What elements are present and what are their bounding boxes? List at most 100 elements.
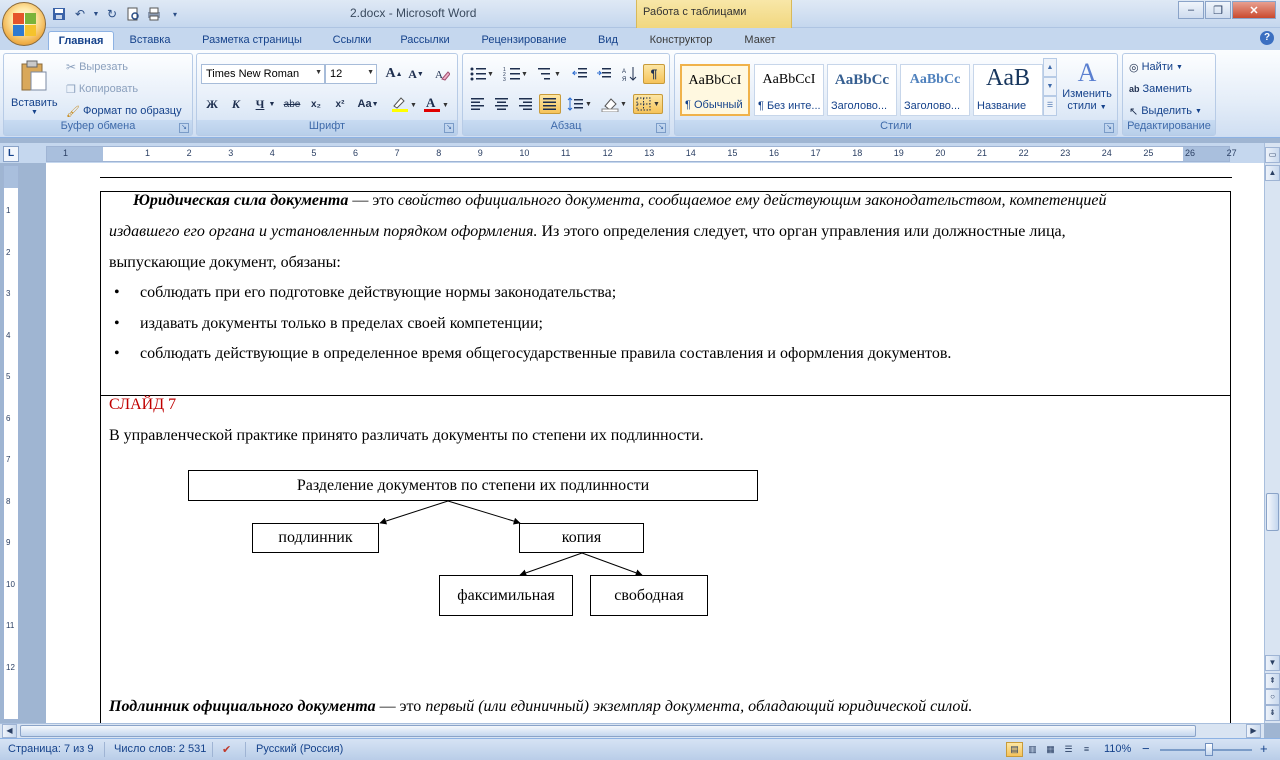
align-center-icon[interactable] — [491, 94, 513, 114]
next-page-icon[interactable]: ⇟ — [1265, 705, 1280, 721]
subscript-button[interactable]: x₂ — [305, 94, 327, 114]
borders-icon[interactable]: ▼ — [633, 94, 663, 114]
change-case-button[interactable]: Aa ▼ — [355, 94, 381, 114]
redo-icon[interactable]: ↻ — [103, 5, 121, 23]
restore-button[interactable]: ❐ — [1205, 1, 1231, 19]
superscript-button[interactable]: x² — [329, 94, 351, 114]
scroll-left-icon[interactable]: ◀ — [2, 724, 17, 738]
bold-button[interactable]: Ж — [201, 94, 223, 114]
tab-design[interactable]: Конструктор — [640, 31, 722, 50]
ruler-number: 27 — [1226, 148, 1237, 158]
paste-button[interactable]: Вставить ▼ — [7, 56, 61, 118]
tab-selector[interactable]: L — [3, 146, 19, 162]
style-title[interactable]: AaB Название — [973, 64, 1043, 116]
vertical-scroll-thumb[interactable] — [1266, 493, 1279, 531]
gallery-more-icon[interactable]: ☰ — [1043, 96, 1057, 116]
horizontal-scrollbar[interactable]: ◀ ▶ — [0, 723, 1264, 738]
full-screen-reading-view-icon[interactable]: ▥ — [1024, 742, 1041, 757]
tab-view[interactable]: Вид — [591, 31, 625, 50]
office-button[interactable] — [2, 2, 46, 46]
horizontal-scroll-thumb[interactable] — [20, 725, 1196, 737]
change-styles-button[interactable]: A Изменить стили ▼ — [1059, 58, 1115, 120]
gallery-up-icon[interactable]: ▲ — [1043, 58, 1057, 77]
line-spacing-icon[interactable]: ▼ — [565, 94, 593, 114]
style-normal[interactable]: AaBbCcI ¶ Обычный — [680, 64, 750, 116]
clear-formatting-icon[interactable]: A — [431, 64, 453, 84]
help-icon[interactable]: ? — [1260, 31, 1274, 45]
format-painter-button[interactable]: 🖌 Формат по образцу — [66, 101, 182, 121]
font-name-combo[interactable]: Times New Roman ▼ — [201, 64, 325, 84]
undo-dropdown-icon[interactable]: ▼ — [92, 5, 100, 23]
styles-launcher-icon[interactable]: ↘ — [1104, 123, 1114, 133]
select-button[interactable]: ↖ Выделить ▼ — [1129, 101, 1202, 121]
find-button[interactable]: ◎ Найти ▼ — [1129, 57, 1183, 77]
save-icon[interactable] — [50, 5, 68, 23]
title-bar: ↶ ▼ ↻ ▾ 2.docx - Microsoft Word Работа с… — [0, 0, 1280, 28]
justify-icon[interactable] — [539, 94, 561, 114]
close-button[interactable]: ✕ — [1232, 1, 1276, 19]
zoom-out-button[interactable]: − — [1142, 741, 1150, 756]
style-heading-1[interactable]: AaBbCc Заголово... — [827, 64, 897, 116]
font-launcher-icon[interactable]: ↘ — [444, 123, 454, 133]
numbering-icon[interactable]: 1 2 3 ▼ — [501, 64, 529, 84]
zoom-slider-thumb[interactable] — [1205, 743, 1213, 756]
ruler-toggle-icon[interactable]: ▭ — [1265, 147, 1280, 163]
multilevel-list-icon[interactable]: ▼ — [535, 64, 563, 84]
select-browse-object-icon[interactable]: ○ — [1265, 689, 1280, 705]
draft-view-icon[interactable]: ≡ — [1078, 742, 1095, 757]
decrease-indent-icon[interactable] — [569, 64, 591, 84]
strikethrough-button[interactable]: abe — [281, 94, 303, 114]
tab-page-layout[interactable]: Разметка страницы — [192, 31, 312, 50]
customize-qat-icon[interactable]: ▾ — [166, 5, 184, 23]
print-layout-view-icon[interactable]: ▤ — [1006, 742, 1023, 757]
align-right-icon[interactable] — [515, 94, 537, 114]
tab-review[interactable]: Рецензирование — [472, 31, 576, 50]
show-formatting-marks-button[interactable]: ¶ — [643, 64, 665, 84]
copy-button[interactable]: ❐ Копировать — [66, 79, 138, 99]
minimize-button[interactable]: ‒ — [1178, 1, 1204, 19]
tab-references[interactable]: Ссылки — [326, 31, 378, 50]
word-count[interactable]: Число слов: 2 531 — [114, 743, 206, 755]
font-size-combo[interactable]: 12 ▼ — [325, 64, 377, 84]
clipboard-launcher-icon[interactable]: ↘ — [179, 123, 189, 133]
web-layout-view-icon[interactable]: ▦ — [1042, 742, 1059, 757]
tab-layout[interactable]: Макет — [734, 31, 786, 50]
outline-view-icon[interactable]: ☰ — [1060, 742, 1077, 757]
shrink-font-button[interactable]: A ▼ — [405, 64, 427, 84]
font-color-button[interactable]: A ▼ — [421, 94, 451, 114]
bullets-icon[interactable]: ▼ — [467, 64, 495, 84]
page-count[interactable]: Страница: 7 из 9 — [8, 743, 94, 755]
previous-page-icon[interactable]: ⇞ — [1265, 673, 1280, 689]
replace-button[interactable]: ab Заменить — [1129, 79, 1192, 99]
underline-dropdown-icon[interactable]: ▼ — [267, 94, 277, 114]
document-page[interactable]: Юридическая сила документа — это свойств… — [46, 163, 1266, 735]
zoom-in-button[interactable]: + — [1260, 741, 1268, 756]
scroll-up-icon[interactable]: ▲ — [1265, 165, 1280, 181]
zoom-level[interactable]: 110% — [1104, 743, 1131, 755]
align-left-icon[interactable] — [467, 94, 489, 114]
print-preview-icon[interactable] — [124, 5, 142, 23]
horizontal-ruler[interactable]: 1 1 2 3 4 5 6 7 8 9 10 11 12 13 14 15 16 17 18 19 20 21 22 23 24… — [46, 146, 1237, 162]
tab-insert[interactable]: Вставка — [120, 31, 180, 50]
grow-font-button[interactable]: A ▲ — [383, 64, 405, 84]
quick-print-icon[interactable] — [145, 5, 163, 23]
sort-icon[interactable]: AЯ — [619, 64, 641, 84]
scroll-down-icon[interactable]: ▼ — [1265, 655, 1280, 671]
language-indicator[interactable]: Русский (Россия) — [256, 743, 343, 755]
tab-mailings[interactable]: Рассылки — [393, 31, 457, 50]
style-no-spacing[interactable]: AaBbCcI ¶ Без инте... — [754, 64, 824, 116]
tab-home[interactable]: Главная — [48, 31, 114, 50]
vertical-scrollbar[interactable]: ▭ ▲ ▼ ⇞ ○ ⇟ — [1264, 143, 1280, 723]
vertical-ruler[interactable]: 1 2 3 4 5 6 7 8 9 10 11 12 — [3, 165, 19, 720]
highlight-color-button[interactable]: ▼ — [389, 94, 419, 114]
italic-button[interactable]: К — [225, 94, 247, 114]
cut-button[interactable]: ✂ Вырезать — [66, 57, 128, 77]
increase-indent-icon[interactable] — [593, 64, 615, 84]
gallery-down-icon[interactable]: ▼ — [1043, 77, 1057, 96]
paragraph-launcher-icon[interactable]: ↘ — [656, 123, 666, 133]
scroll-right-icon[interactable]: ▶ — [1246, 724, 1261, 738]
shading-icon[interactable]: ▼ — [599, 94, 629, 114]
style-heading-2[interactable]: AaBbCc Заголово... — [900, 64, 970, 116]
undo-icon[interactable]: ↶ — [71, 5, 89, 23]
spelling-check-icon[interactable]: ✔ — [222, 743, 231, 756]
